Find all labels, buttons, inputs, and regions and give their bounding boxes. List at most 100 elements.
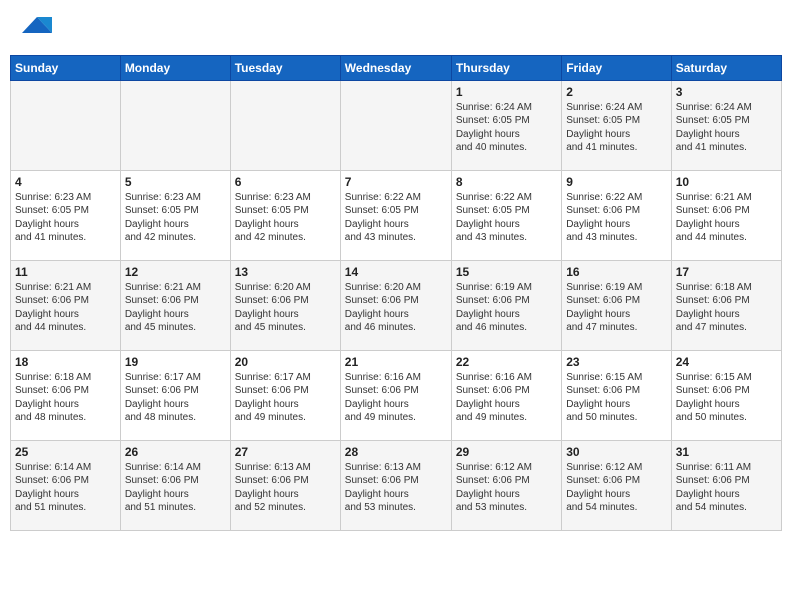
day-info: Sunrise: 6:22 AMSunset: 6:06 PMDaylight … bbox=[566, 191, 667, 245]
weekday-header: Sunday bbox=[11, 55, 121, 80]
day-number: 28 bbox=[345, 445, 447, 459]
calendar-cell: 2Sunrise: 6:24 AMSunset: 6:05 PMDaylight… bbox=[562, 80, 672, 170]
calendar-cell: 5 Sunrise: 6:23 AMSunset: 6:05 PMDaylight… bbox=[120, 170, 230, 260]
day-info: Sunrise: 6:17 AMSunset: 6:06 PMDaylight … bbox=[125, 371, 226, 425]
day-number: 17 bbox=[676, 265, 777, 279]
calendar-cell: 21 Sunrise: 6:16 AMSunset: 6:06 PMDayligh… bbox=[340, 350, 451, 440]
calendar-cell: 13 Sunrise: 6:20 AMSunset: 6:06 PMDayligh… bbox=[230, 260, 340, 350]
calendar-cell bbox=[120, 80, 230, 170]
calendar-cell: 20Sunrise: 6:17 AMSunset: 6:06 PMDayligh… bbox=[230, 350, 340, 440]
calendar-header-row: SundayMondayTuesdayWednesdayThursdayFrid… bbox=[11, 55, 782, 80]
day-number: 14 bbox=[345, 265, 447, 279]
day-number: 31 bbox=[676, 445, 777, 459]
calendar-week-row: 1 Sunrise: 6:24 AMSunset: 6:05 PMDaylight… bbox=[11, 80, 782, 170]
day-info: Sunrise: 6:21 AMSunset: 6:06 PMDaylight … bbox=[125, 281, 226, 335]
calendar-cell: 24 Sunrise: 6:15 AMSunset: 6:06 PMDayligh… bbox=[671, 350, 781, 440]
weekday-header: Thursday bbox=[451, 55, 561, 80]
day-info: Sunrise: 6:19 AMSunset: 6:06 PMDaylight … bbox=[566, 281, 667, 335]
day-number: 9 bbox=[566, 175, 667, 189]
day-number: 19 bbox=[125, 355, 226, 369]
weekday-header: Tuesday bbox=[230, 55, 340, 80]
calendar-cell: 7 Sunrise: 6:22 AMSunset: 6:05 PMDaylight… bbox=[340, 170, 451, 260]
calendar-cell: 1 Sunrise: 6:24 AMSunset: 6:05 PMDaylight… bbox=[451, 80, 561, 170]
day-number: 18 bbox=[15, 355, 116, 369]
day-number: 22 bbox=[456, 355, 557, 369]
day-info: Sunrise: 6:13 AMSunset: 6:06 PMDaylight … bbox=[235, 461, 336, 515]
calendar-week-row: 4 Sunrise: 6:23 AMSunset: 6:05 PMDaylight… bbox=[11, 170, 782, 260]
day-info: Sunrise: 6:20 AMSunset: 6:06 PMDaylight … bbox=[235, 281, 336, 335]
calendar-table: SundayMondayTuesdayWednesdayThursdayFrid… bbox=[10, 55, 782, 531]
calendar-cell: 22 Sunrise: 6:16 AMSunset: 6:06 PMDayligh… bbox=[451, 350, 561, 440]
calendar-cell: 25 Sunrise: 6:14 AMSunset: 6:06 PMDayligh… bbox=[11, 440, 121, 530]
day-info: Sunrise: 6:14 AMSunset: 6:06 PMDaylight … bbox=[125, 461, 226, 515]
calendar-cell: 18Sunrise: 6:18 AMSunset: 6:06 PMDayligh… bbox=[11, 350, 121, 440]
day-info: Sunrise: 6:22 AMSunset: 6:05 PMDaylight … bbox=[456, 191, 557, 245]
day-number: 13 bbox=[235, 265, 336, 279]
day-info: Sunrise: 6:14 AMSunset: 6:06 PMDaylight … bbox=[15, 461, 116, 515]
day-info: Sunrise: 6:13 AMSunset: 6:06 PMDaylight … bbox=[345, 461, 447, 515]
day-number: 16 bbox=[566, 265, 667, 279]
logo bbox=[20, 15, 52, 42]
day-number: 30 bbox=[566, 445, 667, 459]
day-number: 25 bbox=[15, 445, 116, 459]
day-number: 5 bbox=[125, 175, 226, 189]
calendar-cell: 15 Sunrise: 6:19 AMSunset: 6:06 PMDayligh… bbox=[451, 260, 561, 350]
day-number: 15 bbox=[456, 265, 557, 279]
day-number: 2 bbox=[566, 85, 667, 99]
weekday-header: Wednesday bbox=[340, 55, 451, 80]
calendar-cell: 29 Sunrise: 6:12 AMSunset: 6:06 PMDayligh… bbox=[451, 440, 561, 530]
weekday-header: Saturday bbox=[671, 55, 781, 80]
day-number: 23 bbox=[566, 355, 667, 369]
calendar-cell: 17 Sunrise: 6:18 AMSunset: 6:06 PMDayligh… bbox=[671, 260, 781, 350]
day-info: Sunrise: 6:22 AMSunset: 6:05 PMDaylight … bbox=[345, 191, 447, 245]
weekday-header: Friday bbox=[562, 55, 672, 80]
calendar-cell: 31 Sunrise: 6:11 AMSunset: 6:06 PMDayligh… bbox=[671, 440, 781, 530]
day-info: Sunrise: 6:21 AMSunset: 6:06 PMDaylight … bbox=[676, 191, 777, 245]
calendar-cell: 27Sunrise: 6:13 AMSunset: 6:06 PMDayligh… bbox=[230, 440, 340, 530]
day-number: 20 bbox=[235, 355, 336, 369]
day-number: 21 bbox=[345, 355, 447, 369]
calendar-cell bbox=[230, 80, 340, 170]
day-number: 7 bbox=[345, 175, 447, 189]
logo-icon bbox=[22, 13, 52, 37]
day-info: Sunrise: 6:11 AMSunset: 6:06 PMDaylight … bbox=[676, 461, 777, 515]
day-number: 1 bbox=[456, 85, 557, 99]
calendar-cell: 11 Sunrise: 6:21 AMSunset: 6:06 PMDayligh… bbox=[11, 260, 121, 350]
day-info: Sunrise: 6:23 AMSunset: 6:05 PMDaylight … bbox=[125, 191, 226, 245]
day-number: 29 bbox=[456, 445, 557, 459]
calendar-cell: 14Sunrise: 6:20 AMSunset: 6:06 PMDayligh… bbox=[340, 260, 451, 350]
day-number: 10 bbox=[676, 175, 777, 189]
day-info: Sunrise: 6:18 AMSunset: 6:06 PMDaylight … bbox=[676, 281, 777, 335]
day-number: 11 bbox=[15, 265, 116, 279]
day-number: 4 bbox=[15, 175, 116, 189]
calendar-week-row: 11 Sunrise: 6:21 AMSunset: 6:06 PMDayligh… bbox=[11, 260, 782, 350]
day-info: Sunrise: 6:15 AMSunset: 6:06 PMDaylight … bbox=[676, 371, 777, 425]
day-number: 24 bbox=[676, 355, 777, 369]
day-number: 6 bbox=[235, 175, 336, 189]
day-number: 3 bbox=[676, 85, 777, 99]
calendar-cell: 9 Sunrise: 6:22 AMSunset: 6:06 PMDaylight… bbox=[562, 170, 672, 260]
calendar-cell: 23Sunrise: 6:15 AMSunset: 6:06 PMDayligh… bbox=[562, 350, 672, 440]
calendar-cell: 6Sunrise: 6:23 AMSunset: 6:05 PMDaylight… bbox=[230, 170, 340, 260]
calendar-week-row: 25 Sunrise: 6:14 AMSunset: 6:06 PMDayligh… bbox=[11, 440, 782, 530]
day-info: Sunrise: 6:16 AMSunset: 6:06 PMDaylight … bbox=[456, 371, 557, 425]
calendar-cell: 12Sunrise: 6:21 AMSunset: 6:06 PMDayligh… bbox=[120, 260, 230, 350]
day-number: 26 bbox=[125, 445, 226, 459]
calendar-cell bbox=[340, 80, 451, 170]
day-info: Sunrise: 6:19 AMSunset: 6:06 PMDaylight … bbox=[456, 281, 557, 335]
calendar-week-row: 18Sunrise: 6:18 AMSunset: 6:06 PMDayligh… bbox=[11, 350, 782, 440]
day-info: Sunrise: 6:16 AMSunset: 6:06 PMDaylight … bbox=[345, 371, 447, 425]
calendar-cell: 26 Sunrise: 6:14 AMSunset: 6:06 PMDayligh… bbox=[120, 440, 230, 530]
calendar-cell: 4Sunrise: 6:23 AMSunset: 6:05 PMDaylight… bbox=[11, 170, 121, 260]
day-info: Sunrise: 6:21 AMSunset: 6:06 PMDaylight … bbox=[15, 281, 116, 335]
day-info: Sunrise: 6:12 AMSunset: 6:06 PMDaylight … bbox=[566, 461, 667, 515]
calendar-cell: 30 Sunrise: 6:12 AMSunset: 6:06 PMDayligh… bbox=[562, 440, 672, 530]
calendar-cell bbox=[11, 80, 121, 170]
day-info: Sunrise: 6:24 AMSunset: 6:05 PMDaylight … bbox=[676, 101, 777, 155]
calendar-cell: 3 Sunrise: 6:24 AMSunset: 6:05 PMDaylight… bbox=[671, 80, 781, 170]
calendar-cell: 16 Sunrise: 6:19 AMSunset: 6:06 PMDayligh… bbox=[562, 260, 672, 350]
calendar-cell: 8 Sunrise: 6:22 AMSunset: 6:05 PMDaylight… bbox=[451, 170, 561, 260]
day-info: Sunrise: 6:12 AMSunset: 6:06 PMDaylight … bbox=[456, 461, 557, 515]
day-info: Sunrise: 6:24 AMSunset: 6:05 PMDaylight … bbox=[456, 101, 557, 155]
day-number: 8 bbox=[456, 175, 557, 189]
